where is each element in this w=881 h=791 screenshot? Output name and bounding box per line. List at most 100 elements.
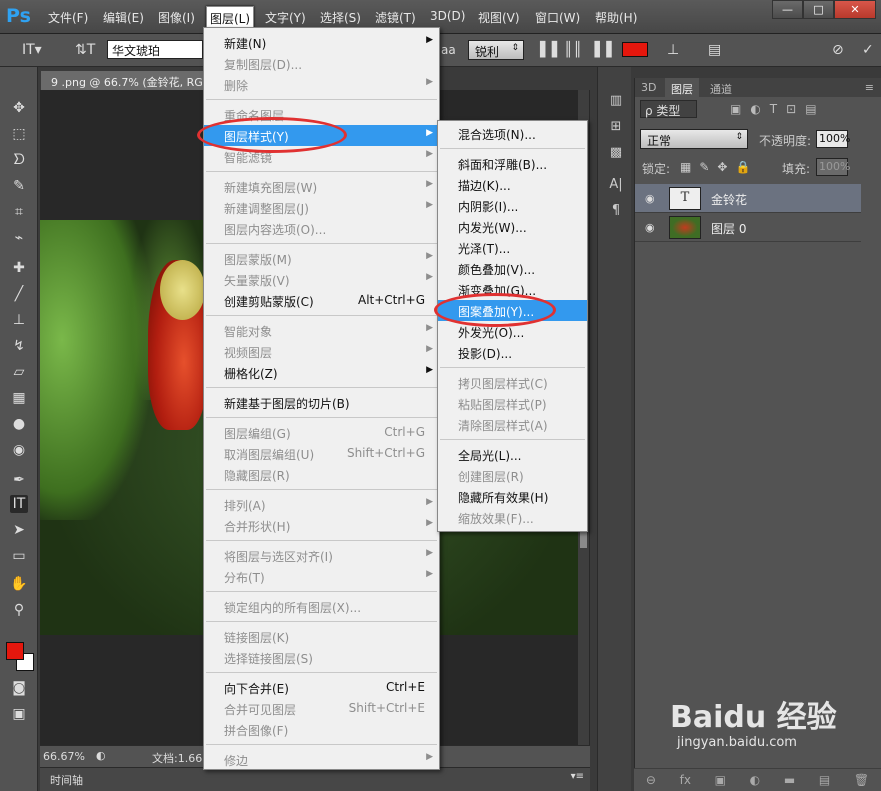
- crop-tool-icon[interactable]: ⌗: [10, 203, 28, 221]
- adjustment-icon[interactable]: ◐: [750, 773, 760, 787]
- menu-item[interactable]: 取消图层编组(U) Shift+Ctrl+G: [204, 443, 439, 464]
- tab-channels[interactable]: 通道: [710, 81, 732, 97]
- dodge-tool-icon[interactable]: ◉: [10, 441, 28, 459]
- menu-filter[interactable]: 滤镜(T): [375, 9, 416, 26]
- menu-item[interactable]: 新建填充图层(W) ▶: [204, 176, 439, 197]
- menu-view[interactable]: 视图(V): [478, 9, 520, 26]
- panel-menu-icon[interactable]: ▾≡: [571, 771, 584, 782]
- adjust-panel-icon[interactable]: ▩: [607, 145, 625, 163]
- menu-select[interactable]: 选择(S): [320, 9, 361, 26]
- filter-icons[interactable]: ▣◐T⊡▤: [730, 102, 826, 116]
- menu-item[interactable]: 复制图层(D)...: [204, 53, 439, 74]
- commit-icon[interactable]: ✓: [862, 42, 874, 58]
- menu-item[interactable]: 链接图层(K): [204, 626, 439, 647]
- properties-panel-icon[interactable]: ⊞: [607, 119, 625, 137]
- character-panel-icon[interactable]: A|: [607, 177, 625, 195]
- zoom-tool-icon[interactable]: ⚲: [10, 601, 28, 619]
- menu-item[interactable]: 栅格化(Z) ▶: [204, 362, 439, 383]
- menu-help[interactable]: 帮助(H): [595, 9, 637, 26]
- minimize-button[interactable]: —: [772, 0, 803, 19]
- menu-item[interactable]: 投影(D)...: [438, 342, 587, 363]
- character-panel-icon[interactable]: ▤: [708, 42, 721, 58]
- layer-row-image[interactable]: ◉ 图层 0: [635, 213, 861, 242]
- opacity-input[interactable]: 100%: [816, 130, 850, 148]
- quick-select-tool-icon[interactable]: ✎: [10, 177, 28, 195]
- visibility-eye-icon[interactable]: ◉: [645, 221, 655, 234]
- antialias-select[interactable]: 锐利 ⇕: [468, 40, 524, 60]
- blend-mode-select[interactable]: 正常 ⇕: [640, 129, 748, 149]
- toggle-orientation-icon[interactable]: ⇅T: [75, 42, 95, 58]
- blur-tool-icon[interactable]: ●: [10, 415, 28, 433]
- fill-input[interactable]: 100%: [816, 158, 850, 176]
- paragraph-panel-icon[interactable]: ¶: [607, 203, 625, 221]
- lock-icons[interactable]: ▦✎✥🔒: [680, 160, 758, 174]
- menu-item[interactable]: 新建基于图层的切片(B): [204, 392, 439, 413]
- timeline-tab[interactable]: 时间轴: [50, 772, 83, 788]
- menu-item[interactable]: 隐藏所有效果(H): [438, 486, 587, 507]
- cancel-icon[interactable]: ⊘: [832, 42, 844, 58]
- zoom-level[interactable]: 66.67%: [43, 750, 85, 763]
- status-info-icon[interactable]: ◐: [96, 749, 106, 762]
- hand-tool-icon[interactable]: ✋: [10, 575, 28, 593]
- menu-item[interactable]: 清除图层样式(A): [438, 414, 587, 435]
- font-family-field[interactable]: 华文琥珀: [107, 40, 203, 59]
- quick-mask-icon[interactable]: ◙: [10, 679, 28, 697]
- menu-item[interactable]: 粘贴图层样式(P): [438, 393, 587, 414]
- menu-item[interactable]: 拼合图像(F): [204, 719, 439, 740]
- menu-item[interactable]: 斜面和浮雕(B)...: [438, 153, 587, 174]
- menu-item[interactable]: 隐藏图层(R): [204, 464, 439, 485]
- fx-icon[interactable]: fx: [680, 773, 691, 787]
- path-select-tool-icon[interactable]: ➤: [10, 521, 28, 539]
- menu-item[interactable]: 混合选项(N)...: [438, 123, 587, 144]
- menu-item[interactable]: 将图层与选区对齐(I) ▶: [204, 545, 439, 566]
- text-color-swatch[interactable]: [622, 42, 648, 57]
- align-center-icon[interactable]: ║║: [564, 42, 583, 58]
- menu-item[interactable]: 图层蒙版(M) ▶: [204, 248, 439, 269]
- group-icon[interactable]: ▬: [784, 773, 795, 787]
- tab-layers[interactable]: 图层: [665, 78, 699, 97]
- menu-item[interactable]: 全局光(L)...: [438, 444, 587, 465]
- type-tool-icon[interactable]: IT: [10, 495, 28, 513]
- menu-item[interactable]: 光泽(T)...: [438, 237, 587, 258]
- move-tool-icon[interactable]: ✥: [10, 99, 28, 117]
- foreground-color-swatch[interactable]: [6, 642, 24, 660]
- menu-item[interactable]: 合并可见图层 Shift+Ctrl+E: [204, 698, 439, 719]
- menu-3d[interactable]: 3D(D): [430, 9, 465, 23]
- menu-item[interactable]: 新建调整图层(J) ▶: [204, 197, 439, 218]
- eraser-tool-icon[interactable]: ▱: [10, 363, 28, 381]
- warp-text-icon[interactable]: ⊥: [667, 42, 679, 58]
- menu-item[interactable]: 内阴影(I)...: [438, 195, 587, 216]
- close-button[interactable]: ✕: [834, 0, 876, 19]
- menu-image[interactable]: 图像(I): [158, 9, 195, 26]
- panel-menu-icon[interactable]: ≡: [865, 81, 874, 94]
- menu-item[interactable]: 修边 ▶: [204, 749, 439, 770]
- menu-item[interactable]: 删除 ▶: [204, 74, 439, 95]
- pen-tool-icon[interactable]: ✒: [10, 471, 28, 489]
- mask-icon[interactable]: ▣: [715, 773, 726, 787]
- menu-item[interactable]: 视频图层 ▶: [204, 341, 439, 362]
- tab-3d[interactable]: 3D: [641, 81, 656, 94]
- visibility-eye-icon[interactable]: ◉: [645, 192, 655, 205]
- menu-item[interactable]: 描边(K)...: [438, 174, 587, 195]
- maximize-button[interactable]: □: [803, 0, 834, 19]
- align-right-icon[interactable]: ▐▐: [589, 42, 613, 58]
- menu-item[interactable]: 图层内容选项(O)...: [204, 218, 439, 239]
- marquee-tool-icon[interactable]: ⬚: [10, 125, 28, 143]
- menu-item[interactable]: 合并形状(H) ▶: [204, 515, 439, 536]
- menu-item[interactable]: 选择链接图层(S): [204, 647, 439, 668]
- menu-item[interactable]: 向下合并(E) Ctrl+E: [204, 677, 439, 698]
- menu-item[interactable]: 分布(T) ▶: [204, 566, 439, 587]
- menu-item[interactable]: 拷贝图层样式(C): [438, 372, 587, 393]
- lasso-tool-icon[interactable]: ᗤ: [10, 151, 28, 169]
- menu-item[interactable]: 内发光(W)...: [438, 216, 587, 237]
- menu-item[interactable]: 创建图层(R): [438, 465, 587, 486]
- layer-row-text[interactable]: ◉ T 金铃花: [635, 184, 861, 213]
- menu-item[interactable]: 缩放效果(F)...: [438, 507, 587, 528]
- gradient-tool-icon[interactable]: ▦: [10, 389, 28, 407]
- menu-item[interactable]: 排列(A) ▶: [204, 494, 439, 515]
- menu-item[interactable]: 智能对象 ▶: [204, 320, 439, 341]
- new-layer-icon[interactable]: ▤: [819, 773, 830, 787]
- menu-type[interactable]: 文字(Y): [265, 9, 306, 26]
- type-tool-preset-icon[interactable]: IT▾: [22, 42, 42, 58]
- trash-icon[interactable]: 🗑: [854, 773, 869, 787]
